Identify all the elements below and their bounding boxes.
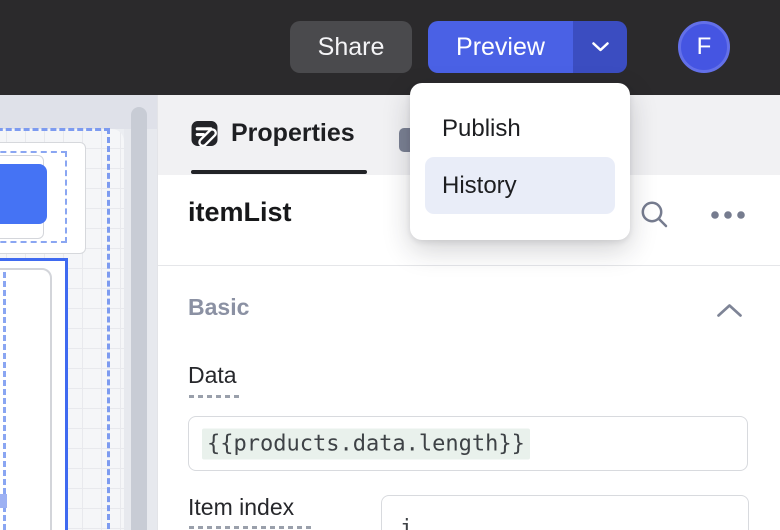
panel-divider: [158, 265, 780, 266]
nested-card[interactable]: [0, 268, 52, 530]
search-icon: [640, 200, 672, 230]
data-field-label: Data: [188, 362, 237, 389]
menu-item-publish[interactable]: Publish: [425, 100, 615, 157]
topbar: Share Preview F: [0, 0, 780, 95]
selection-handle[interactable]: [0, 494, 7, 508]
canvas-scrollbar-thumb[interactable]: [131, 107, 147, 530]
data-input[interactable]: {{products.data.length}}: [188, 416, 748, 471]
chevron-up-icon: [716, 302, 746, 319]
item-index-input-value: i: [395, 513, 418, 530]
user-avatar[interactable]: F: [678, 21, 730, 73]
item-index-label-underline: [189, 526, 311, 529]
search-button[interactable]: [640, 199, 672, 231]
canvas-area[interactable]: [0, 95, 157, 530]
section-basic-title[interactable]: Basic: [188, 294, 249, 321]
selection-outline-fragment: [3, 272, 6, 530]
component-name-heading: itemList: [188, 197, 292, 228]
preview-split-button: Preview: [428, 21, 627, 73]
properties-icon: [191, 120, 218, 147]
preview-dropdown-menu: Publish History: [410, 83, 630, 240]
data-label-underline: [189, 395, 241, 398]
chevron-down-icon: [592, 42, 609, 52]
app-window: Properties itemList: [0, 0, 780, 530]
item-index-input[interactable]: i: [381, 495, 749, 530]
collapse-section-button[interactable]: [716, 300, 746, 320]
share-button[interactable]: Share: [290, 21, 412, 73]
preview-button[interactable]: Preview: [428, 21, 573, 73]
data-input-value: {{products.data.length}}: [202, 428, 530, 459]
ellipsis-icon: [709, 210, 753, 220]
more-options-button[interactable]: [709, 207, 753, 223]
preview-dropdown-button[interactable]: [573, 21, 627, 73]
tab-properties-label: Properties: [231, 119, 355, 148]
tab-properties[interactable]: Properties: [191, 119, 355, 148]
item-index-field-label: Item index: [188, 494, 294, 521]
menu-item-history[interactable]: History: [425, 157, 615, 214]
canvas-button-component[interactable]: [0, 164, 47, 224]
active-tab-indicator: [191, 170, 367, 174]
